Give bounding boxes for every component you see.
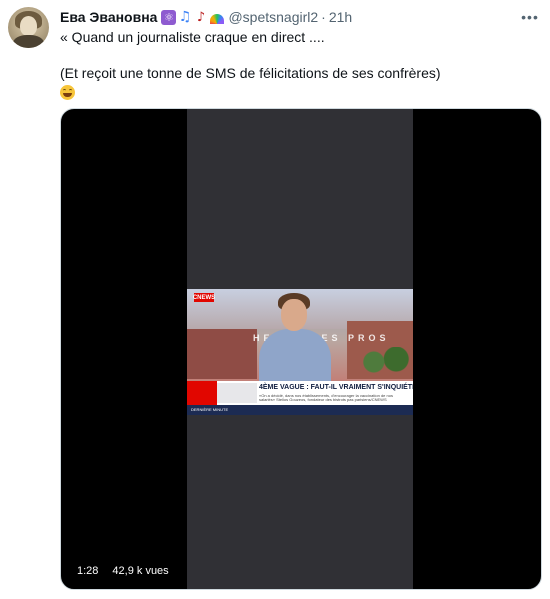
grinning-face-icon xyxy=(60,85,75,100)
tweet-text-line2: (Et reçoit une tonne de SMS de félicitat… xyxy=(60,65,441,81)
cnews-logo: CNEWS xyxy=(192,293,216,302)
more-icon[interactable]: ••• xyxy=(520,7,540,27)
presenter-body xyxy=(259,329,331,389)
video-frame: CNEWS HEURE DES PROS 4ÈME VAGUE : FAUT-I… xyxy=(187,289,413,415)
avatar-face xyxy=(20,16,37,36)
tweet-text-line1: « Quand un journaliste craque en direct … xyxy=(60,29,325,45)
avatar-body xyxy=(13,35,44,48)
video-stats: 1:28 42,9 k vues xyxy=(73,563,173,579)
author-handle[interactable]: @spetsnagirl2 xyxy=(228,9,318,25)
tweet-header: Ева Эвановна ⚛ ♫ ♪ @spetsnagirl2 · 21h •… xyxy=(60,7,540,27)
video-player[interactable]: CNEWS HEURE DES PROS 4ÈME VAGUE : FAUT-I… xyxy=(60,108,542,590)
guitar-icon: ♪ xyxy=(196,9,206,25)
avatar[interactable] xyxy=(8,7,49,48)
author-emojis: ⚛ ♫ ♪ xyxy=(161,9,224,25)
video-area[interactable]: CNEWS HEURE DES PROS 4ÈME VAGUE : FAUT-I… xyxy=(187,109,413,589)
presenter-head xyxy=(281,299,307,331)
separator: · xyxy=(321,9,326,25)
news-ticker: DERNIÈRE MINUTE xyxy=(187,405,413,415)
banner-subtitle: «On a décidé, dans nos établissements, d… xyxy=(259,394,393,402)
rainbow-icon xyxy=(209,10,224,25)
author-name[interactable]: Ева Эвановна xyxy=(60,9,157,25)
news-banner: 4ÈME VAGUE : FAUT-IL VRAIMENT S'INQUIÉTE… xyxy=(187,381,413,405)
video-duration: 1:28 xyxy=(73,563,103,579)
tweet-text: « Quand un journaliste craque en direct … xyxy=(60,28,530,101)
musical-notes-icon: ♫ xyxy=(178,9,192,25)
video-views: 42,9 k vues xyxy=(108,563,173,579)
tweet-time[interactable]: 21h xyxy=(329,9,352,25)
atom-symbol-icon: ⚛ xyxy=(161,9,177,25)
banner-title: 4ÈME VAGUE : FAUT-IL VRAIMENT S'INQUIÉTE… xyxy=(259,384,413,391)
